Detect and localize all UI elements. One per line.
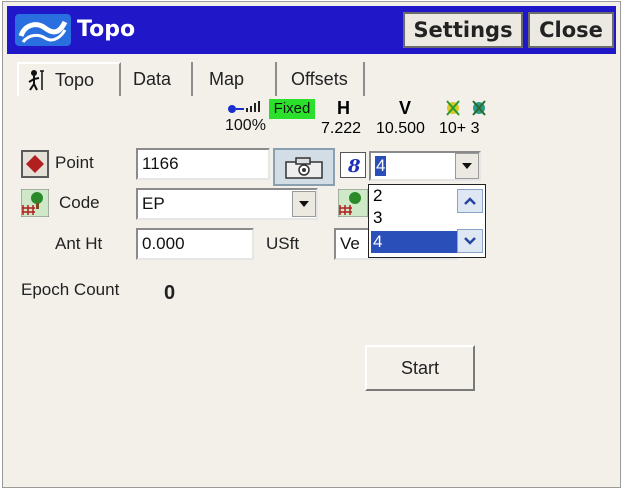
satellite-icon <box>446 100 486 116</box>
dropdown-option[interactable]: 2 <box>371 185 463 207</box>
tree-fence-icon <box>21 189 49 217</box>
code-attribute-button[interactable] <box>338 189 368 217</box>
dropdown-option[interactable]: 3 <box>371 207 463 229</box>
epoch-count-label: Epoch Count <box>21 280 120 299</box>
tab-offsets[interactable]: Offsets <box>279 62 365 96</box>
fix-status-badge: Fixed <box>269 99 315 119</box>
point-button[interactable] <box>21 150 49 178</box>
antenna-height-input[interactable]: 0.000 <box>136 228 254 260</box>
antenna-unit: USft <box>266 234 300 253</box>
camera-icon <box>285 157 323 179</box>
chevron-up-icon <box>464 197 476 205</box>
app-title: Topo <box>77 17 136 42</box>
code-input[interactable]: EP <box>136 188 318 220</box>
point-diamond-icon <box>26 155 44 173</box>
antenna-height-label: Ant Ht <box>55 234 103 253</box>
tab-data[interactable]: Data <box>123 62 193 96</box>
chevron-down-icon <box>464 237 476 245</box>
code-list-button[interactable] <box>21 189 49 217</box>
title-bar: Topo Settings Close <box>7 6 616 54</box>
code-input-value: EP <box>142 194 165 213</box>
point-input[interactable]: 1166 <box>136 148 270 180</box>
v-label: V <box>399 98 412 118</box>
v-value: 10.500 <box>376 120 425 137</box>
signal-percent: 100% <box>225 117 266 134</box>
satellite-count: 10+ 3 <box>439 120 480 137</box>
logo-icon <box>15 14 71 46</box>
h-value: 7.222 <box>321 120 362 137</box>
scroll-up-button[interactable] <box>457 189 483 213</box>
antenna-height-value: 0.000 <box>142 234 185 253</box>
code-label: Code <box>59 193 100 212</box>
close-button[interactable]: Close <box>528 12 614 48</box>
epoch-count-value: 0 <box>164 282 176 304</box>
start-button[interactable]: Start <box>365 345 475 391</box>
tab-offsets-label: Offsets <box>291 68 348 89</box>
surveyor-icon <box>28 70 44 91</box>
chevron-down-icon <box>299 201 309 207</box>
camera-button[interactable] <box>273 148 335 186</box>
h-label: H <box>337 98 350 118</box>
scroll-down-button[interactable] <box>457 229 483 253</box>
increment-value: 4 <box>375 156 387 176</box>
tab-map[interactable]: Map <box>195 62 277 96</box>
point-label: Point <box>55 153 94 172</box>
increment-icon: 8 <box>347 156 361 177</box>
tree-fence-icon <box>338 189 368 217</box>
tab-data-label: Data <box>133 68 172 89</box>
increment-dropdown-list: 2 3 4 <box>368 184 486 258</box>
chevron-down-icon <box>462 163 472 169</box>
app-window: Topo Settings Close Topo Data Map Offset… <box>2 1 621 488</box>
signal-icon <box>228 101 260 113</box>
dropdown-option-selected[interactable]: 4 <box>371 231 463 253</box>
settings-button[interactable]: Settings <box>403 12 523 48</box>
tab-topo-label: Topo <box>55 69 95 90</box>
increment-dropdown-button[interactable] <box>455 153 479 179</box>
tab-topo[interactable]: Topo <box>17 62 121 96</box>
increment-button[interactable]: 8 <box>340 152 366 178</box>
measure-to-value: Ve <box>340 234 360 253</box>
code-dropdown-button[interactable] <box>292 191 316 217</box>
tab-map-label: Map <box>209 68 245 89</box>
svg-text:8: 8 <box>347 156 361 177</box>
point-input-value: 1166 <box>142 154 179 173</box>
